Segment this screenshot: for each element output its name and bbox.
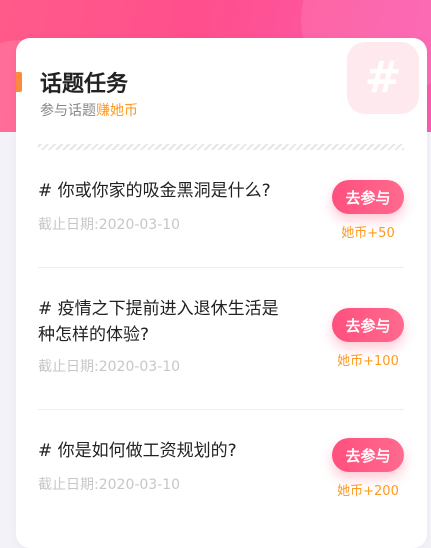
divider: [38, 267, 404, 268]
page-subtitle: 参与话题赚她币: [40, 100, 138, 120]
subtitle-highlight: 赚她币: [96, 103, 138, 119]
divider: [38, 409, 404, 410]
join-button[interactable]: 去参与: [332, 308, 404, 342]
join-button[interactable]: 去参与: [332, 180, 404, 214]
topic-task-card: # 话题任务 参与话题赚她币 # 你或你家的吸金黑洞是什么? 截止日期:2020…: [16, 38, 427, 548]
reward-label: 她币+200: [337, 484, 399, 499]
join-button[interactable]: 去参与: [332, 438, 404, 472]
task-deadline: 截止日期:2020-03-10: [38, 359, 181, 375]
task-deadline: 截止日期:2020-03-10: [38, 477, 181, 493]
hash-glyph: #: [364, 52, 402, 103]
title-accent-bar: [16, 72, 22, 92]
task-deadline: 截止日期:2020-03-10: [38, 217, 181, 233]
striped-divider: [38, 144, 404, 150]
task-title[interactable]: # 疫情之下提前进入退休生活是种怎样的体验?: [38, 296, 294, 348]
task-title[interactable]: # 你或你家的吸金黑洞是什么?: [38, 178, 294, 204]
hash-icon: #: [347, 42, 419, 114]
subtitle-text: 参与话题: [40, 103, 96, 119]
page-title: 话题任务: [40, 72, 129, 97]
task-title[interactable]: # 你是如何做工资规划的?: [38, 438, 294, 464]
reward-label: 她币+100: [337, 354, 399, 369]
reward-label: 她币+50: [341, 226, 395, 241]
